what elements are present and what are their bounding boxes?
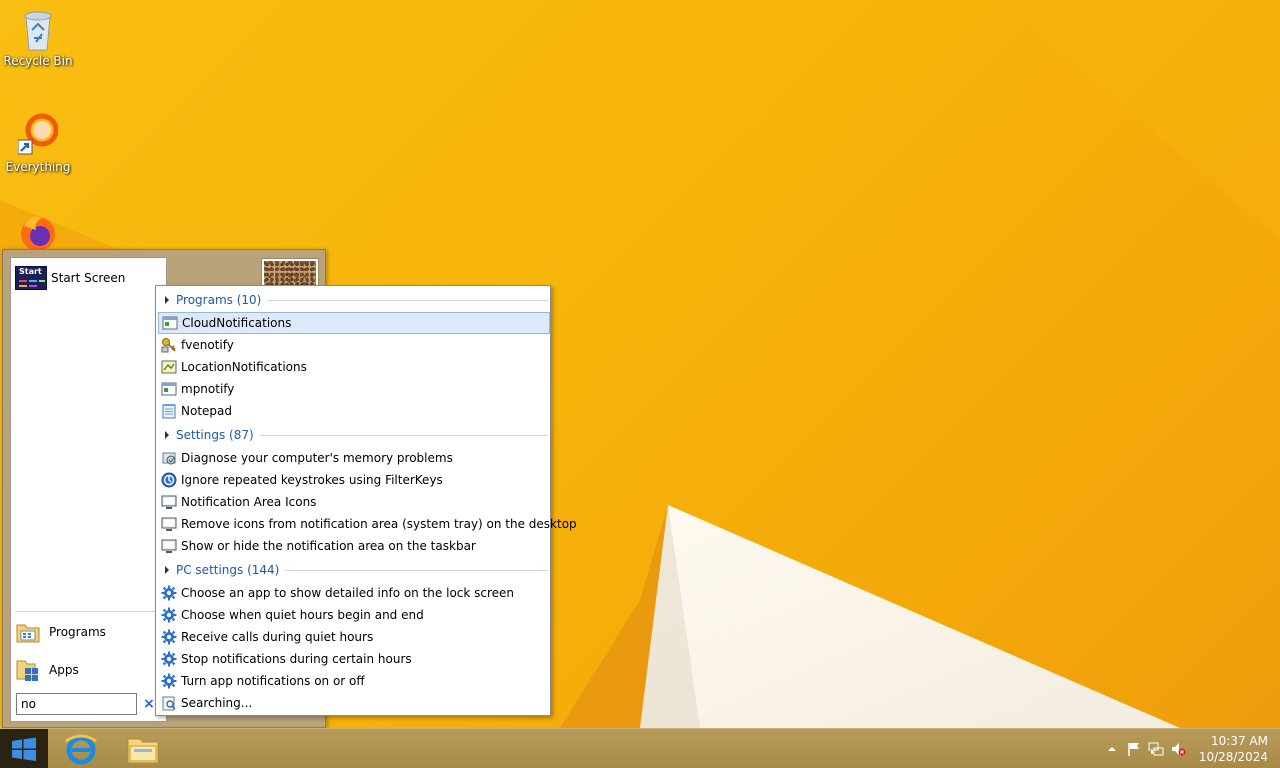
start-screen-item[interactable]: Start Start Screen xyxy=(15,264,160,292)
taskbar-internet-explorer[interactable] xyxy=(52,731,110,767)
memory-diagnostic-icon xyxy=(161,450,177,466)
window-app-icon xyxy=(161,381,177,397)
divider xyxy=(259,434,548,436)
result-label: Notification Area Icons xyxy=(181,495,317,509)
start-screen-label: Start Screen xyxy=(51,271,126,285)
divider xyxy=(285,569,548,571)
notepad-icon xyxy=(161,403,177,419)
result-item[interactable]: Turn app notifications on or off xyxy=(158,670,550,692)
apps-folder-icon xyxy=(15,657,41,683)
result-item[interactable]: mpnotify xyxy=(158,378,550,400)
expand-triangle-icon xyxy=(165,566,169,574)
result-item[interactable]: Choose an app to show detailed info on t… xyxy=(158,582,550,604)
window-app-icon xyxy=(162,315,178,331)
internet-explorer-icon xyxy=(65,734,97,765)
result-label: Remove icons from notification area (sys… xyxy=(181,517,577,531)
keys-icon xyxy=(161,337,177,353)
monitor-settings-icon xyxy=(161,494,177,510)
result-item[interactable]: fvenotify xyxy=(158,334,550,356)
network-icon[interactable] xyxy=(1148,741,1164,757)
result-label: CloudNotifications xyxy=(182,316,292,330)
clock-time: 10:37 AM xyxy=(1211,734,1268,748)
gear-icon xyxy=(161,651,177,667)
results-group-programs-header[interactable]: Programs (10) xyxy=(156,290,550,310)
gear-icon xyxy=(161,629,177,645)
gear-icon xyxy=(161,607,177,623)
group-title: Programs (10) xyxy=(176,293,262,307)
clear-search-icon[interactable]: × xyxy=(142,695,156,713)
menu-item-apps[interactable]: Apps xyxy=(15,653,163,687)
start-menu-left-pane: Start Start Screen Programs Apps no × xyxy=(10,257,167,722)
results-group-pc-settings-header[interactable]: PC settings (144) xyxy=(156,560,550,580)
result-label: Show or hide the notification area on th… xyxy=(181,539,476,553)
result-label: LocationNotifications xyxy=(181,360,307,374)
result-label: Receive calls during quiet hours xyxy=(181,630,374,644)
monitor-settings-icon xyxy=(161,516,177,532)
start-screen-icon-text: Start xyxy=(19,267,42,276)
searching-icon xyxy=(161,695,177,711)
desktop-icon-label: Everything xyxy=(5,160,71,174)
result-item[interactable]: Diagnose your computer's memory problems xyxy=(158,447,550,469)
start-screen-icon: Start xyxy=(15,266,47,290)
volume-muted-icon[interactable] xyxy=(1170,741,1186,757)
gear-icon xyxy=(161,673,177,689)
desktop-icon-label: Recycle Bin xyxy=(3,54,73,68)
expand-triangle-icon xyxy=(165,431,169,439)
result-item[interactable]: Receive calls during quiet hours xyxy=(158,626,550,648)
gear-icon xyxy=(161,585,177,601)
system-tray: 10:37 AM 10/28/2024 xyxy=(1100,729,1280,768)
result-item[interactable]: Remove icons from notification area (sys… xyxy=(158,513,577,535)
start-search-input[interactable] xyxy=(16,693,137,715)
result-item[interactable]: Choose when quiet hours begin and end xyxy=(158,604,550,626)
result-item[interactable]: Show or hide the notification area on th… xyxy=(158,535,550,557)
result-label: Choose when quiet hours begin and end xyxy=(181,608,424,622)
result-item[interactable]: Ignore repeated keystrokes using FilterK… xyxy=(158,469,550,491)
show-hidden-icons-chevron[interactable] xyxy=(1104,741,1120,757)
result-item[interactable]: Notification Area Icons xyxy=(158,491,550,513)
result-label: mpnotify xyxy=(181,382,235,396)
result-label: Choose an app to show detailed info on t… xyxy=(181,586,515,600)
divider xyxy=(267,299,548,301)
result-label: Ignore repeated keystrokes using FilterK… xyxy=(181,473,443,487)
result-label: Turn app notifications on or off xyxy=(181,674,365,688)
result-label: Diagnose your computer's memory problems xyxy=(181,451,453,465)
recycle-bin-icon xyxy=(18,6,58,52)
result-label: Notepad xyxy=(181,404,232,418)
taskbar: 10:37 AM 10/28/2024 xyxy=(0,728,1280,768)
expand-triangle-icon xyxy=(165,296,169,304)
programs-folder-icon xyxy=(15,619,41,645)
divider xyxy=(15,611,162,612)
menu-item-programs[interactable]: Programs xyxy=(15,615,163,649)
action-center-flag-icon[interactable] xyxy=(1126,741,1142,757)
group-title: Settings (87) xyxy=(176,428,254,442)
clock[interactable]: 10:37 AM 10/28/2024 xyxy=(1199,733,1268,765)
file-explorer-icon xyxy=(127,738,159,764)
result-item[interactable]: LocationNotifications xyxy=(158,356,550,378)
apps-label: Apps xyxy=(49,663,79,677)
search-results-panel: Programs (10) CloudNotifications fvenoti… xyxy=(155,285,577,716)
result-item[interactable]: CloudNotifications xyxy=(158,312,550,334)
taskbar-file-explorer[interactable] xyxy=(114,731,172,767)
everything-search-icon xyxy=(17,112,59,158)
windows-logo-icon xyxy=(12,737,36,761)
clock-date: 10/28/2024 xyxy=(1198,750,1268,764)
monitor-settings-icon xyxy=(161,538,177,554)
location-app-icon xyxy=(161,359,177,375)
searching-status: Searching... xyxy=(158,692,550,714)
result-item[interactable]: Stop notifications during certain hours xyxy=(158,648,550,670)
ease-of-access-icon xyxy=(161,472,177,488)
results-group-settings-header[interactable]: Settings (87) xyxy=(156,425,550,445)
result-label: fvenotify xyxy=(181,338,234,352)
programs-label: Programs xyxy=(49,625,106,639)
result-item[interactable]: Notepad xyxy=(158,400,550,422)
desktop-icon-recycle-bin[interactable]: Recycle Bin xyxy=(0,6,76,68)
start-button[interactable] xyxy=(0,729,48,768)
desktop-icon-everything[interactable]: Everything xyxy=(0,112,76,174)
result-label: Stop notifications during certain hours xyxy=(181,652,412,666)
searching-label: Searching... xyxy=(181,696,253,710)
group-title: PC settings (144) xyxy=(176,563,280,577)
